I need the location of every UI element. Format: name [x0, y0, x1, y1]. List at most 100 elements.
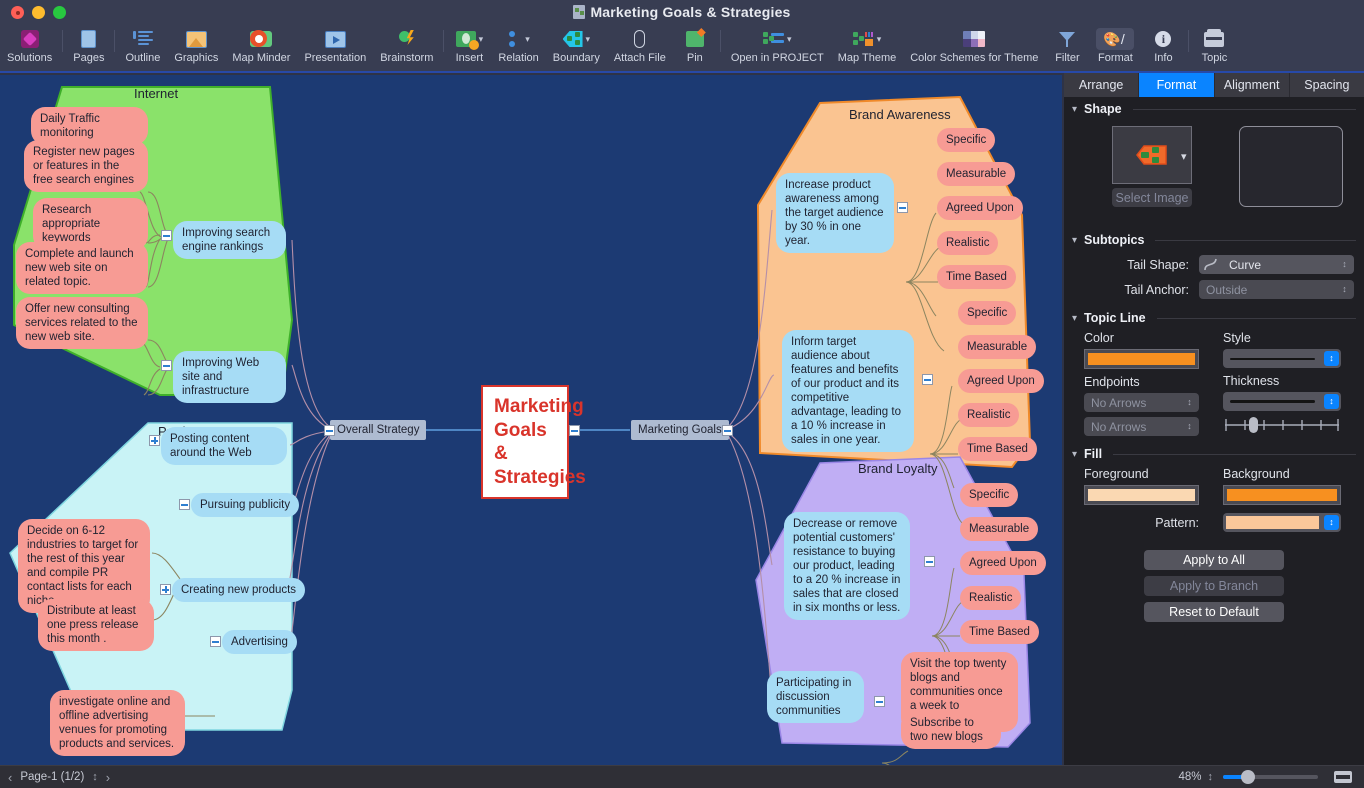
topic-node[interactable]: Agreed Upon: [937, 196, 1023, 221]
topic-node[interactable]: Time Based: [958, 437, 1037, 462]
toolbar-item-format[interactable]: 🎨/ Format: [1089, 26, 1141, 64]
expand-toggle-creating-products[interactable]: [160, 584, 171, 595]
stepper-icon[interactable]: ↕: [1337, 257, 1352, 272]
tail-shape-select[interactable]: Curve ↕: [1199, 255, 1354, 274]
collapse-toggle-participating[interactable]: [874, 696, 885, 707]
mindmap-canvas[interactable]: Internet Product Brand Awareness Brand L…: [0, 75, 1062, 765]
topic-node[interactable]: Advertising: [222, 630, 297, 655]
apply-to-all-button[interactable]: Apply to All: [1144, 550, 1284, 570]
zoom-slider[interactable]: [1223, 770, 1318, 784]
toolbar-item-color-schemes[interactable]: Color Schemes for Theme: [903, 26, 1045, 64]
toolbar-item-solutions[interactable]: Solutions: [0, 26, 59, 64]
select-image-button[interactable]: Select Image: [1112, 188, 1192, 207]
zoom-slider-knob[interactable]: [1241, 770, 1255, 784]
reset-to-default-button[interactable]: Reset to Default: [1144, 602, 1284, 622]
collapse-toggle-pursuing-publicity[interactable]: [179, 499, 190, 510]
next-page-button[interactable]: ›: [106, 770, 110, 785]
topic-node[interactable]: Specific: [937, 128, 996, 153]
toolbar-item-graphics[interactable]: Graphics: [167, 26, 225, 64]
stepper-icon[interactable]: ↕: [1182, 419, 1197, 434]
toolbar-item-boundary[interactable]: ▾ Boundary: [546, 26, 607, 64]
collapse-toggle-central[interactable]: [569, 425, 580, 436]
topic-node[interactable]: Complete and launch new web site on rela…: [16, 242, 148, 295]
page-stepper-icon[interactable]: ↕: [84, 771, 106, 783]
toolbar-item-insert[interactable]: ▾ Insert: [447, 26, 491, 64]
topic-line-color-well[interactable]: [1084, 349, 1199, 369]
main-topic-marketing-goals[interactable]: Marketing Goals: [631, 420, 729, 441]
section-fill-header[interactable]: ▾ Fill: [1064, 442, 1364, 463]
toolbar-item-pages[interactable]: Pages: [66, 26, 111, 64]
topic-node[interactable]: Agreed Upon: [958, 369, 1044, 394]
endpoint-end-select[interactable]: No Arrows ↕: [1084, 417, 1199, 436]
pattern-select[interactable]: ↕: [1223, 513, 1341, 532]
topic-node[interactable]: Improving Web site and infrastructure: [173, 351, 286, 404]
topic-node[interactable]: Inform target audience about features an…: [782, 330, 914, 453]
section-topic-line-header[interactable]: ▾ Topic Line: [1064, 306, 1364, 327]
topic-node[interactable]: Realistic: [937, 231, 999, 256]
shape-thumbnail[interactable]: [1112, 126, 1192, 184]
toolbar-item-presentation[interactable]: Presentation: [297, 26, 373, 64]
thickness-slider[interactable]: [1223, 416, 1341, 434]
collapse-toggle-advertising[interactable]: [210, 636, 221, 647]
toolbar-item-pin[interactable]: Pin: [673, 26, 717, 64]
topic-node[interactable]: Distribute at least one press release th…: [38, 599, 154, 652]
foreground-color-well[interactable]: [1084, 485, 1199, 505]
topic-node[interactable]: Agreed Upon: [960, 551, 1046, 576]
collapse-toggle-marketing-goals[interactable]: [722, 425, 733, 436]
toolbar-item-relation[interactable]: ▾ Relation: [491, 26, 545, 64]
topic-node[interactable]: Realistic: [958, 403, 1020, 428]
topic-node[interactable]: Measurable: [960, 517, 1039, 542]
main-topic-overall-strategy[interactable]: Overall Strategy: [330, 420, 427, 441]
collapse-toggle-increase-awareness[interactable]: [897, 202, 908, 213]
central-topic[interactable]: Marketing Goals & Strategies: [481, 385, 586, 500]
apply-to-branch-button[interactable]: Apply to Branch: [1144, 576, 1284, 596]
toolbar-item-map-minder[interactable]: Map Minder: [225, 26, 297, 64]
toolbar-item-topic[interactable]: Topic: [1192, 26, 1236, 64]
topic-node[interactable]: Specific: [958, 301, 1017, 326]
stepper-icon[interactable]: ↕: [1182, 395, 1197, 410]
chevron-down-icon[interactable]: ▾: [1181, 150, 1187, 163]
stepper-icon[interactable]: ↕: [1324, 351, 1339, 366]
topic-node[interactable]: Register new pages or features in the fr…: [24, 140, 148, 193]
topic-node[interactable]: Subscribe to two new blogs: [901, 711, 1001, 750]
line-style-select[interactable]: ↕: [1223, 349, 1341, 368]
toolbar-item-filter[interactable]: Filter: [1045, 26, 1089, 64]
topic-node[interactable]: Participating in discussion communities: [767, 671, 864, 724]
collapse-toggle-overall-strategy[interactable]: [324, 425, 335, 436]
stepper-icon[interactable]: ↕: [1324, 394, 1339, 409]
collapse-toggle-search-rankings[interactable]: [161, 230, 172, 241]
background-color-well[interactable]: [1223, 485, 1341, 505]
topic-node[interactable]: Decrease or remove potential customers' …: [784, 512, 910, 621]
toolbar-item-attach-file[interactable]: Attach File: [607, 26, 673, 64]
topic-node[interactable]: Pursuing publicity: [191, 493, 300, 518]
topic-node[interactable]: investigate online and offline advertisi…: [50, 690, 185, 757]
topic-node[interactable]: Creating new products: [172, 578, 306, 603]
previous-page-button[interactable]: ‹: [0, 770, 20, 785]
topic-node[interactable]: Measurable: [937, 162, 1016, 187]
fit-to-window-button[interactable]: [1334, 771, 1352, 783]
tab-format[interactable]: Format: [1139, 73, 1215, 97]
endpoint-start-select[interactable]: No Arrows ↕: [1084, 393, 1199, 412]
collapse-toggle-decrease-resistance[interactable]: [924, 556, 935, 567]
collapse-toggle-inform-audience[interactable]: [922, 374, 933, 385]
topic-node[interactable]: Realistic: [960, 586, 1022, 611]
section-shape-header[interactable]: ▾ Shape: [1064, 97, 1364, 118]
section-subtopics-header[interactable]: ▾ Subtopics: [1064, 228, 1364, 249]
toolbar-item-map-theme[interactable]: ▾ Map Theme: [831, 26, 904, 64]
tab-alignment[interactable]: Alignment: [1214, 73, 1290, 97]
topic-node[interactable]: Time Based: [960, 620, 1039, 645]
topic-node[interactable]: Time Based: [937, 265, 1016, 290]
expand-toggle-posting-content[interactable]: [149, 435, 160, 446]
line-thickness-select[interactable]: ↕: [1223, 392, 1341, 411]
topic-node[interactable]: Improving search engine rankings: [173, 221, 286, 260]
topic-node[interactable]: Increase product awareness among the tar…: [776, 173, 894, 254]
stepper-icon[interactable]: ↕: [1337, 282, 1352, 297]
toolbar-item-brainstorm[interactable]: Brainstorm: [373, 26, 440, 64]
stepper-icon[interactable]: ↕: [1324, 515, 1339, 530]
topic-node[interactable]: Measurable: [958, 335, 1037, 360]
collapse-toggle-web-site[interactable]: [161, 360, 172, 371]
toolbar-item-info[interactable]: i Info: [1141, 26, 1185, 64]
tail-anchor-select[interactable]: Outside ↕: [1199, 280, 1354, 299]
tab-spacing[interactable]: Spacing: [1289, 73, 1364, 97]
topic-node[interactable]: Posting content around the Web: [161, 427, 287, 466]
